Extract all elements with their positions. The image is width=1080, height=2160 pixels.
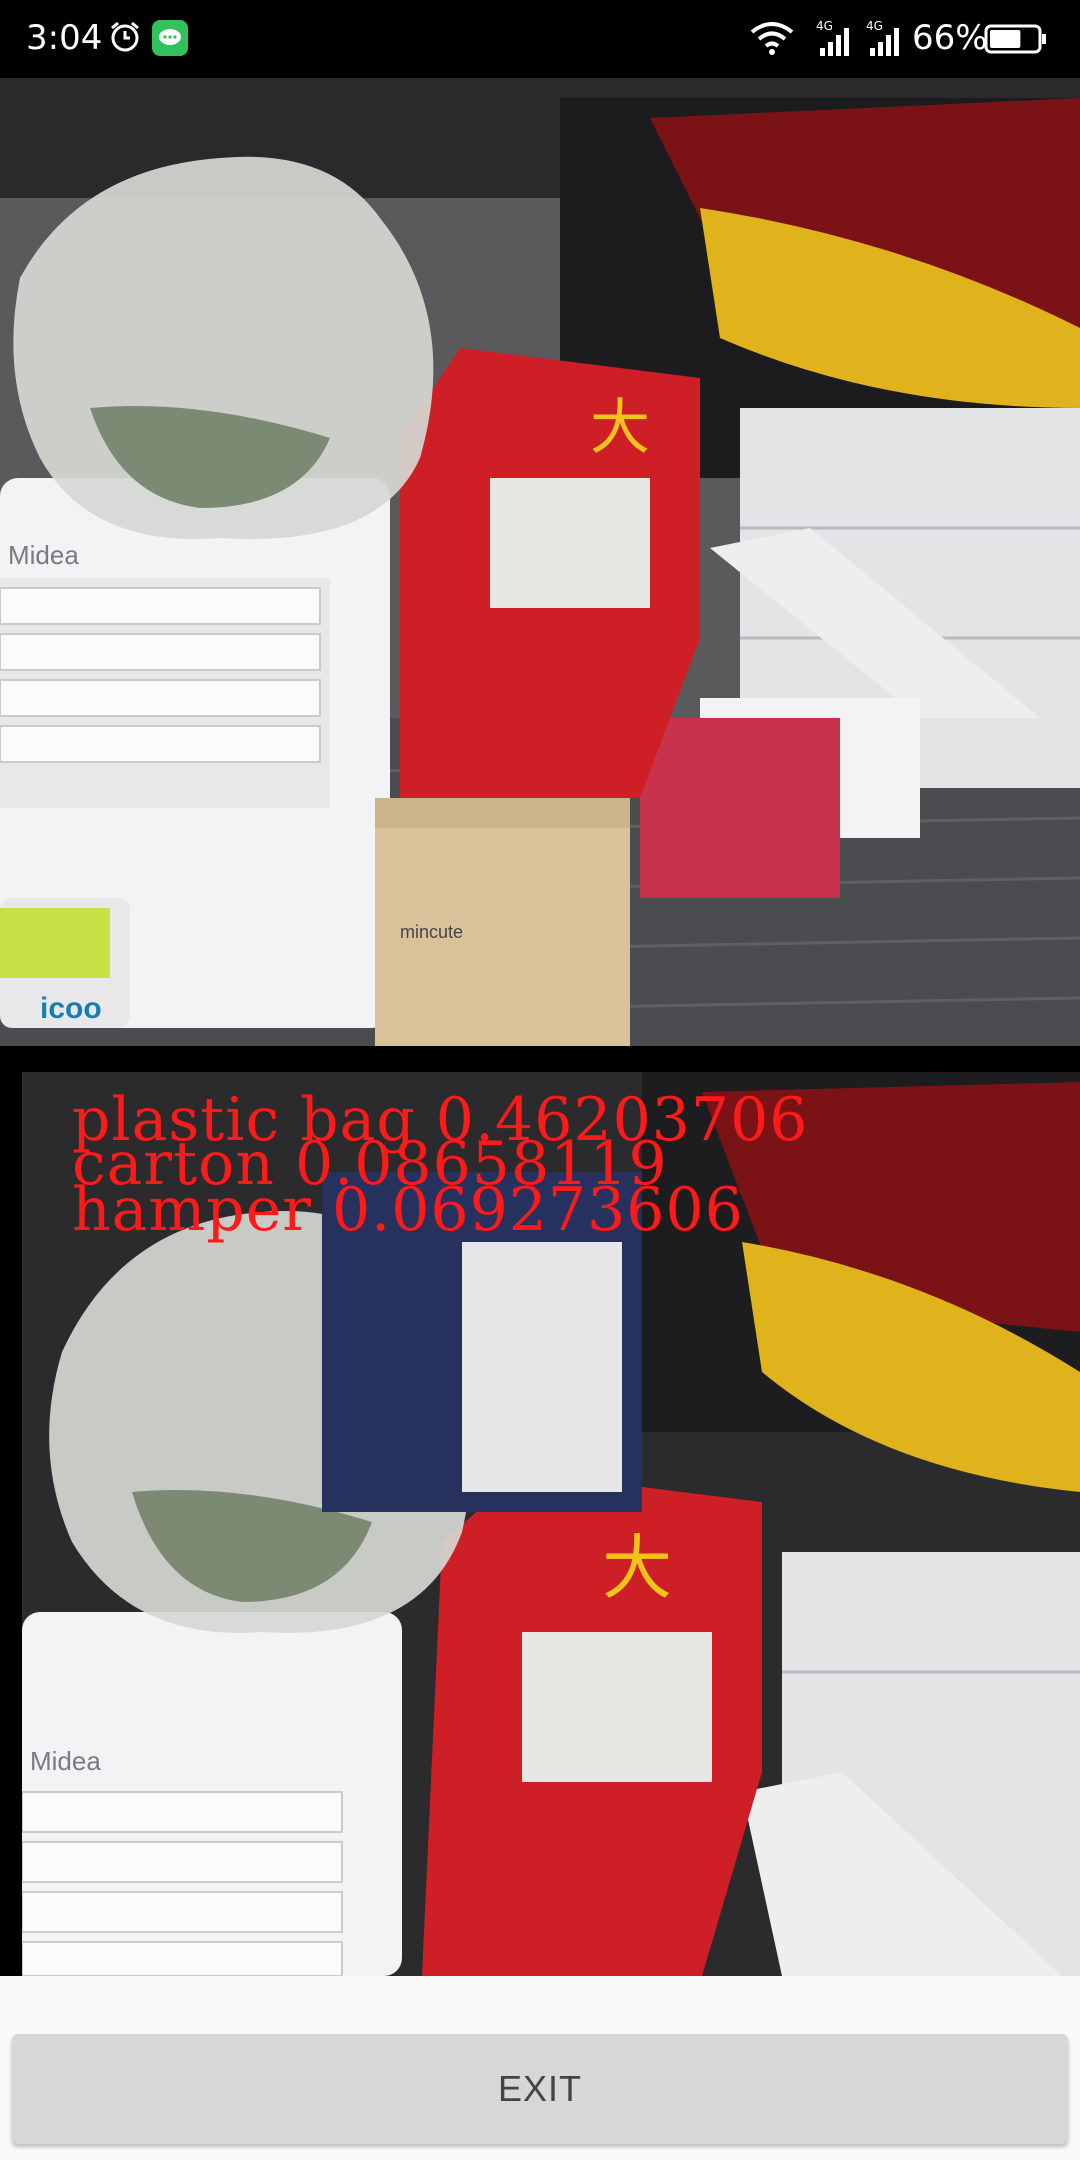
svg-text:大: 大 [590,393,650,463]
exit-button[interactable]: EXIT [12,2034,1068,2144]
hamper-brand-text: icoo [40,992,102,1025]
frame-left-border [0,1072,22,1976]
battery-icon [984,24,1048,54]
camera-preview-top: Midea mincute 大 icoo [0,78,1080,1046]
network-type-label: 4G [816,19,833,33]
svg-text:大: 大 [602,1527,672,1609]
chat-notification-icon [152,20,188,56]
wifi-icon [748,18,796,58]
battery-percent: 66% [912,18,988,58]
network-type-label: 4G [866,19,883,33]
alarm-icon [108,20,142,54]
detection-label: hamper 0.069273606 [72,1175,744,1245]
appliance-brand-text: Midea [30,1746,101,1776]
box-brand-text: mincute [400,922,463,942]
signal-icon: 4G [866,18,906,58]
status-time: 3:04 [26,18,103,58]
signal-icon: 4G [816,18,856,58]
status-bar: 3:04 4G 4G 66% [0,0,1080,78]
frame-divider [0,1046,1080,1072]
appliance-brand-text: Midea [8,540,79,570]
